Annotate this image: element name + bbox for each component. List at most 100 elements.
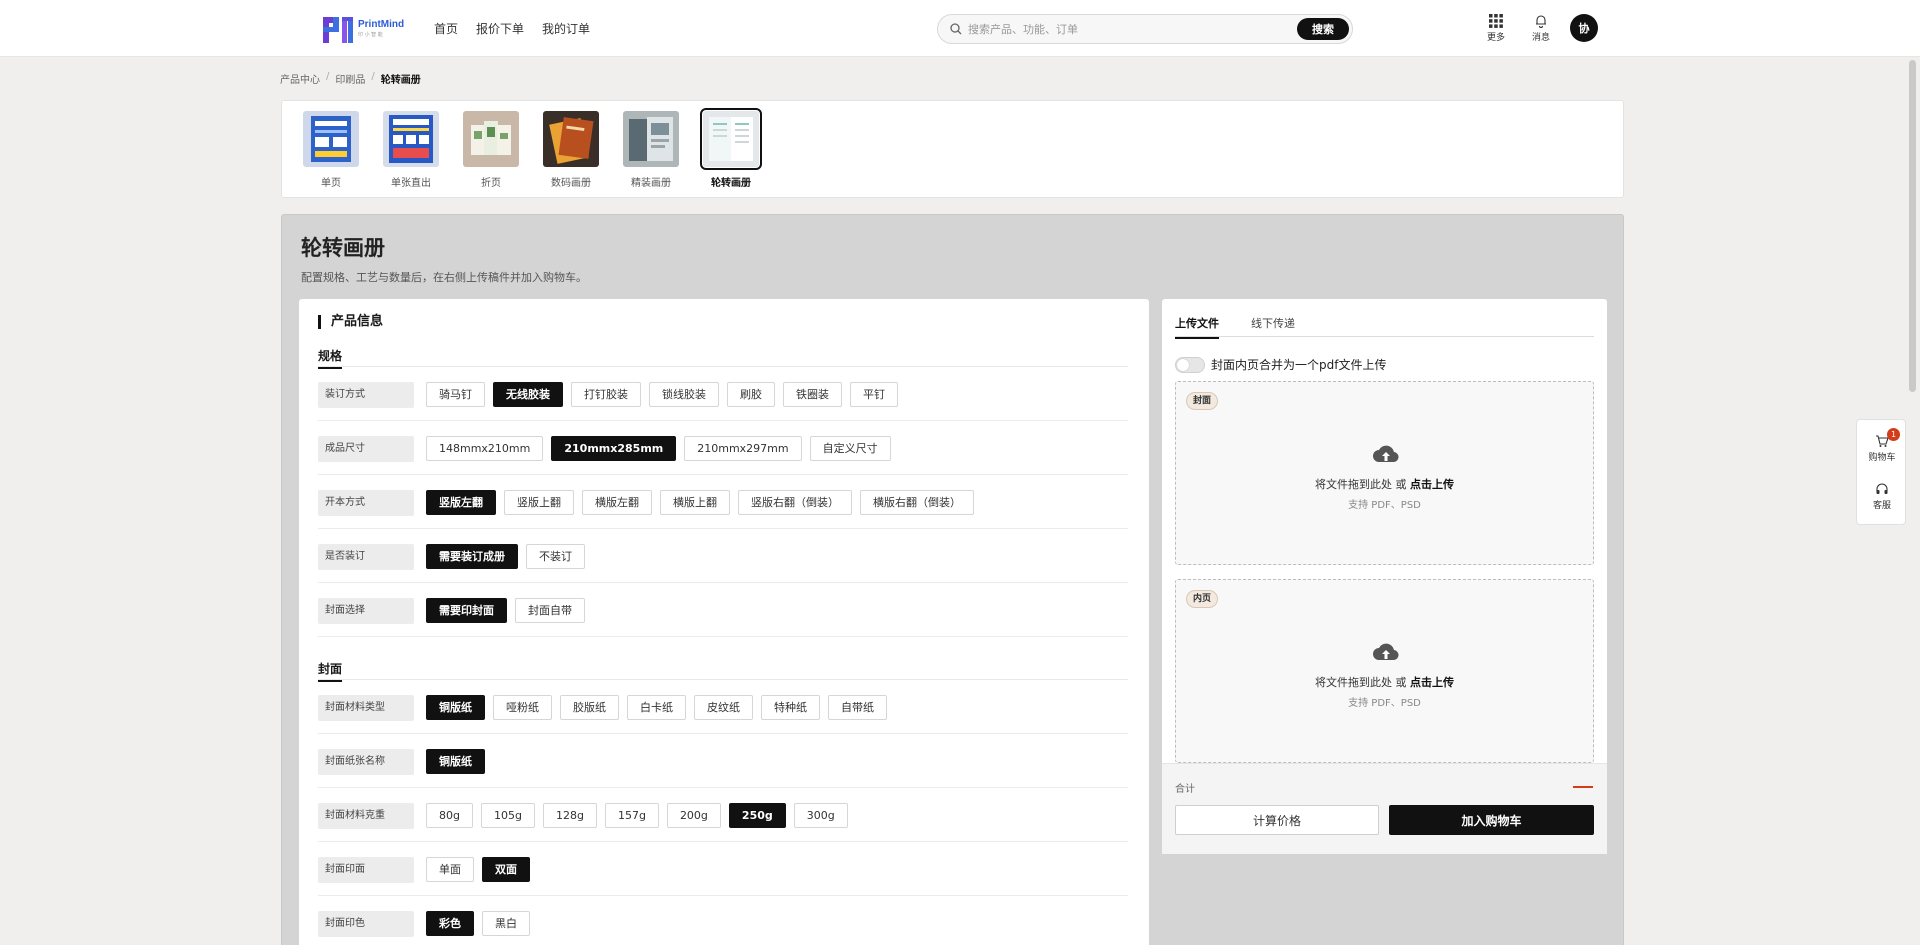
option-button[interactable]: 需要装订成册: [426, 544, 518, 569]
more-button[interactable]: 更多: [1481, 14, 1511, 43]
cloud-upload-icon: [1373, 445, 1399, 463]
add-to-cart-button[interactable]: 加入购物车: [1389, 805, 1594, 835]
option-button[interactable]: 胶版纸: [560, 695, 619, 720]
total-price-placeholder: [1573, 786, 1593, 788]
category-digital-album[interactable]: 数码画册: [541, 111, 601, 189]
cover-drop-zone[interactable]: 封面 将文件拖到此处 或 点击上传 支持 PDF、PSD: [1175, 381, 1594, 565]
option-row-label: 封面印色: [318, 911, 414, 937]
option-button[interactable]: 105g: [480, 803, 535, 828]
option-button[interactable]: 皮纹纸: [694, 695, 753, 720]
category-single-sheet[interactable]: 单张直出: [381, 111, 441, 189]
option-button[interactable]: 铁圈装: [783, 382, 842, 407]
breadcrumb-product-center[interactable]: 产品中心: [280, 71, 320, 86]
brand-logo[interactable]: PrintMind 印 小 智 能: [322, 12, 412, 46]
option-button[interactable]: 竖版右翻（倒装）: [738, 490, 852, 515]
option-list: 铜版纸: [426, 749, 485, 774]
option-button[interactable]: 打钉胶装: [571, 382, 641, 407]
bell-icon: [1536, 15, 1546, 28]
option-button[interactable]: 128g: [542, 803, 597, 828]
category-hardcover-album[interactable]: 精装画册: [621, 111, 681, 189]
category-rotary-album[interactable]: 轮转画册: [700, 108, 762, 189]
option-button[interactable]: 竖版上翻: [504, 490, 574, 515]
option-button[interactable]: 竖版左翻: [426, 490, 496, 515]
nav-quote-order[interactable]: 报价下单: [476, 20, 524, 37]
option-button[interactable]: 157g: [604, 803, 659, 828]
config-panel: 轮转画册 配置规格、工艺与数量后，在右侧上传稿件并加入购物车。 产品信息 规格 …: [281, 214, 1624, 945]
tab-upload-file[interactable]: 上传文件: [1175, 315, 1219, 339]
option-button[interactable]: 特种纸: [761, 695, 820, 720]
option-list: 铜版纸 哑粉纸 胶版纸 白卡纸 皮纹纸 特种纸 自带纸: [426, 695, 887, 720]
option-row: 封面印色 彩色 黑白: [318, 896, 1128, 945]
option-button[interactable]: 封面自带: [515, 598, 585, 623]
option-row: 封面印面 单面 双面: [318, 842, 1128, 896]
option-list: 148mmx210mm 210mmx285mm 210mmx297mm 自定义尺寸: [426, 436, 891, 461]
option-button[interactable]: 不装订: [526, 544, 585, 569]
option-row-label: 成品尺寸: [318, 436, 414, 462]
inner-click-upload[interactable]: 点击上传: [1410, 676, 1454, 689]
messages-label: 消息: [1531, 33, 1550, 43]
option-button[interactable]: 自定义尺寸: [809, 436, 891, 461]
option-button[interactable]: 平钉: [850, 382, 898, 407]
cover-click-upload[interactable]: 点击上传: [1410, 478, 1454, 491]
option-row: 封面材料克重 80g 105g 128g 157g 200g 250g 300g: [318, 788, 1128, 842]
merge-toggle[interactable]: [1175, 356, 1205, 373]
breadcrumb: 产品中心 / 印刷品 / 轮转画册: [280, 71, 421, 86]
search-button[interactable]: 搜索: [1297, 18, 1349, 40]
page-scrollbar[interactable]: [1909, 60, 1916, 392]
option-button[interactable]: 铜版纸: [426, 695, 485, 720]
option-button[interactable]: 白卡纸: [627, 695, 686, 720]
checkout-bar: 合计 计算价格 加入购物车: [1162, 763, 1607, 854]
option-row-label: 封面印面: [318, 857, 414, 883]
option-button[interactable]: 骑马钉: [426, 382, 485, 407]
option-row-label: 开本方式: [318, 490, 414, 516]
option-button[interactable]: 200g: [666, 803, 721, 828]
cover-drop-text: 将文件拖到此处 或 点击上传: [1315, 478, 1454, 491]
category-thumb: [383, 111, 439, 167]
option-button[interactable]: 铜版纸: [426, 749, 485, 774]
category-single-page[interactable]: 单页: [301, 111, 361, 189]
tab-offline-delivery[interactable]: 线下传递: [1251, 315, 1295, 337]
calc-price-button[interactable]: 计算价格: [1175, 805, 1379, 835]
merge-toggle-row: 封面内页合并为一个pdf文件上传: [1175, 356, 1386, 373]
breadcrumb-prints[interactable]: 印刷品: [335, 71, 365, 86]
nav-my-orders[interactable]: 我的订单: [542, 20, 590, 37]
option-button[interactable]: 无线胶装: [493, 382, 563, 407]
option-button[interactable]: 横版右翻（倒装）: [860, 490, 974, 515]
option-row-label: 封面选择: [318, 598, 414, 624]
option-row-label: 封面纸张名称: [318, 749, 414, 775]
option-button[interactable]: 单面: [426, 857, 474, 882]
headset-icon: [1876, 483, 1888, 494]
category-label: 单页: [321, 178, 341, 189]
category-thumb: [543, 111, 599, 167]
brand-tagline: 印 小 智 能: [358, 32, 383, 38]
option-button[interactable]: 彩色: [426, 911, 474, 936]
nav-home[interactable]: 首页: [434, 20, 458, 37]
search-input[interactable]: [968, 21, 1218, 37]
option-button[interactable]: 自带纸: [828, 695, 887, 720]
floating-service-button[interactable]: 客服: [1857, 482, 1907, 511]
option-button[interactable]: 80g: [426, 803, 473, 828]
option-button[interactable]: 250g: [728, 803, 786, 828]
floating-cart-button[interactable]: 1 购物车: [1857, 428, 1907, 463]
option-row: 封面选择 需要印封面 封面自带: [318, 583, 1128, 637]
option-button[interactable]: 黑白: [482, 911, 530, 936]
option-button[interactable]: 横版上翻: [660, 490, 730, 515]
option-button[interactable]: 刷胶: [727, 382, 775, 407]
search-icon: [950, 23, 962, 35]
category-thumb: [623, 111, 679, 167]
option-button[interactable]: 需要印封面: [426, 598, 507, 623]
option-button[interactable]: 210mmx285mm: [551, 436, 677, 461]
option-button[interactable]: 双面: [482, 857, 530, 882]
category-fold[interactable]: 折页: [461, 111, 521, 189]
option-button[interactable]: 锁线胶装: [649, 382, 719, 407]
option-button[interactable]: 300g: [793, 803, 848, 828]
option-button[interactable]: 哑粉纸: [493, 695, 552, 720]
option-list: 彩色 黑白: [426, 911, 530, 936]
option-button[interactable]: 横版左翻: [582, 490, 652, 515]
option-button[interactable]: 148mmx210mm: [426, 436, 544, 461]
inner-drop-zone[interactable]: 内页 将文件拖到此处 或 点击上传 支持 PDF、PSD: [1175, 579, 1594, 763]
messages-button[interactable]: 消息: [1526, 14, 1556, 43]
option-button[interactable]: 210mmx297mm: [684, 436, 802, 461]
product-info-card: 产品信息 规格 装订方式 骑马钉 无线胶装 打钉胶装 锁线胶装 刷胶 铁圈装 平钉 成品尺寸 14…: [299, 299, 1149, 945]
user-avatar[interactable]: 协: [1570, 14, 1598, 42]
